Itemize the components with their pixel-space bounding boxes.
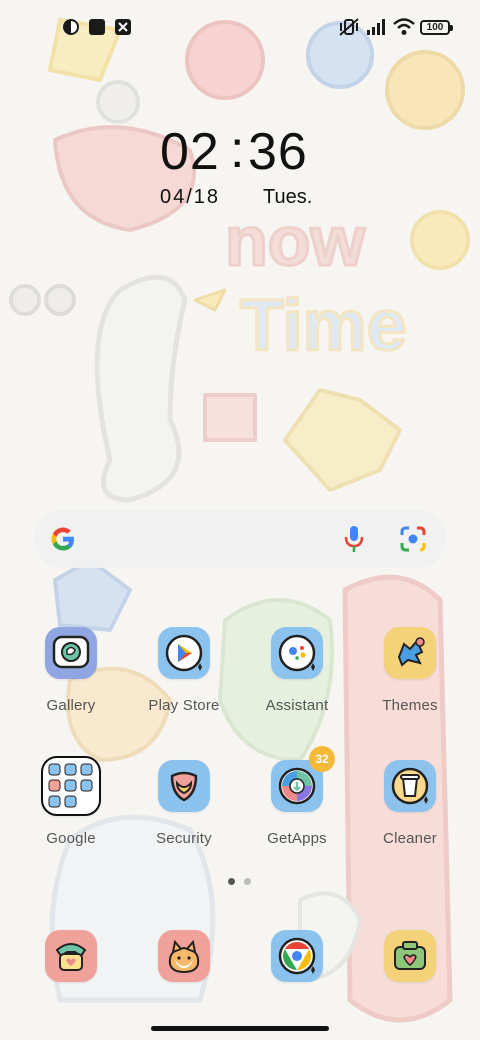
app-label: Play Store [148, 697, 220, 714]
clock-minute: 36 [248, 123, 308, 181]
signal-icon [366, 18, 385, 36]
google-folder-icon [41, 756, 101, 816]
phone-icon [45, 930, 97, 982]
app-themes[interactable]: Themes [360, 627, 460, 714]
notification-badge: 32 [309, 746, 335, 772]
getapps-icon: 32 [271, 746, 335, 812]
lens-icon[interactable] [398, 524, 428, 554]
app-label: Assistant [265, 697, 329, 714]
app-google-folder[interactable]: Google [21, 756, 121, 847]
app-label: Google [46, 830, 96, 847]
app-gallery[interactable]: Gallery [21, 627, 121, 714]
cleaner-icon [384, 760, 436, 812]
status-right: 100 [339, 18, 453, 36]
battery-indicator: 100 [420, 19, 453, 35]
camera-icon [384, 930, 436, 982]
gallery-icon [45, 627, 97, 679]
app-getapps[interactable]: 32 GetApps [247, 746, 347, 847]
clock-date: 04/18 [160, 186, 221, 208]
dock-phone[interactable] [21, 930, 121, 982]
google-search-bar[interactable] [34, 510, 446, 568]
app-security[interactable]: Security [134, 760, 234, 847]
status-left [62, 18, 132, 36]
dock-chrome[interactable] [247, 930, 347, 982]
app-play-store[interactable]: Play Store [134, 627, 234, 714]
vibrate-mute-icon [339, 18, 359, 36]
dock-messages[interactable] [134, 930, 234, 982]
svg-text:now: now [225, 202, 366, 280]
svg-text:Time: Time [240, 286, 407, 366]
play-store-icon [158, 627, 210, 679]
box-app-icon [114, 18, 132, 36]
app-label: Gallery [46, 697, 96, 714]
themes-icon [384, 627, 436, 679]
mic-icon[interactable] [340, 524, 368, 554]
notification-dot-icon [62, 18, 80, 36]
page-dot-active [228, 878, 235, 885]
dock-camera[interactable] [360, 930, 460, 982]
app-label: GetApps [267, 830, 327, 847]
chrome-icon [271, 930, 323, 982]
app-cleaner[interactable]: Cleaner [360, 760, 460, 847]
messages-icon [158, 930, 210, 982]
app-assistant[interactable]: Assistant [247, 627, 347, 714]
page-indicator [228, 878, 251, 885]
clock-separator: : [230, 121, 246, 179]
status-bar: 100 [0, 0, 480, 56]
app-label: Security [156, 830, 212, 847]
home-indicator[interactable] [151, 1026, 329, 1031]
app-label: Cleaner [383, 830, 437, 847]
clock-widget[interactable]: 02 : 36 [160, 121, 320, 181]
security-icon [158, 760, 210, 812]
app-label: Themes [382, 697, 438, 714]
clock-weekday: Tues. [263, 186, 313, 208]
google-g-icon [48, 524, 78, 554]
page-dot [244, 878, 251, 885]
wifi-icon [393, 18, 415, 36]
clock-hour: 02 [160, 123, 220, 181]
assistant-icon [271, 627, 323, 679]
square-app-icon [88, 18, 106, 36]
